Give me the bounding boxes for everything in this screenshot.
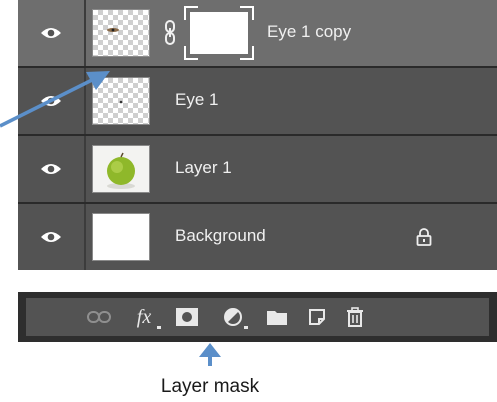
layer-mask-thumbnail[interactable] [184,6,254,60]
eye-icon [41,164,61,174]
apple-icon [107,152,135,189]
annotation-arrow [0,71,110,128]
folder-icon [267,311,287,325]
layer-row-eye-1-copy[interactable]: Eye 1 copy [18,0,497,66]
visibility-toggle[interactable] [18,0,84,66]
eye-icon [41,28,61,38]
layer-thumbnail[interactable] [92,213,150,261]
layer-style-button[interactable]: fx [124,304,164,330]
layer-thumbnail[interactable] [92,9,150,57]
chain-link-icon[interactable] [163,20,177,46]
layers-toolbar: fx [18,292,497,342]
row-separator [84,0,86,66]
row-separator [84,204,86,270]
layer-name[interactable]: Eye 1 copy [267,22,351,42]
eye-icon [41,232,61,242]
layer-thumbnail[interactable] [92,145,150,193]
link-layers-button[interactable] [84,304,114,330]
layer-name[interactable]: Layer 1 [175,158,232,178]
eye-content-icon [107,28,119,32]
adjustment-icon [224,308,242,326]
toolbar-inner: fx [26,298,489,336]
link-icon [87,311,111,323]
trash-icon [347,307,363,327]
visibility-toggle[interactable] [18,136,84,202]
layers-panel: Eye 1 copy Eye 1 Layer 1 Background [18,0,497,270]
adjustment-layer-button[interactable] [214,304,252,330]
layer-mask-caption: Layer mask [160,376,260,397]
add-layer-mask-button[interactable] [170,304,204,330]
layer-name[interactable]: Eye 1 [175,90,218,110]
layer-row-layer-1[interactable]: Layer 1 [18,136,497,202]
fx-icon: fx [136,305,152,328]
row-separator [84,136,86,202]
new-group-button[interactable] [262,304,292,330]
new-layer-icon [309,309,325,325]
delete-layer-button[interactable] [340,304,370,330]
caption-arrow [199,343,221,366]
visibility-toggle[interactable] [18,204,84,270]
lock-icon[interactable] [416,228,432,246]
layer-mask-icon [176,308,198,326]
new-layer-button[interactable] [302,304,332,330]
layer-name[interactable]: Background [175,226,266,246]
layer-row-background[interactable]: Background [18,204,497,270]
